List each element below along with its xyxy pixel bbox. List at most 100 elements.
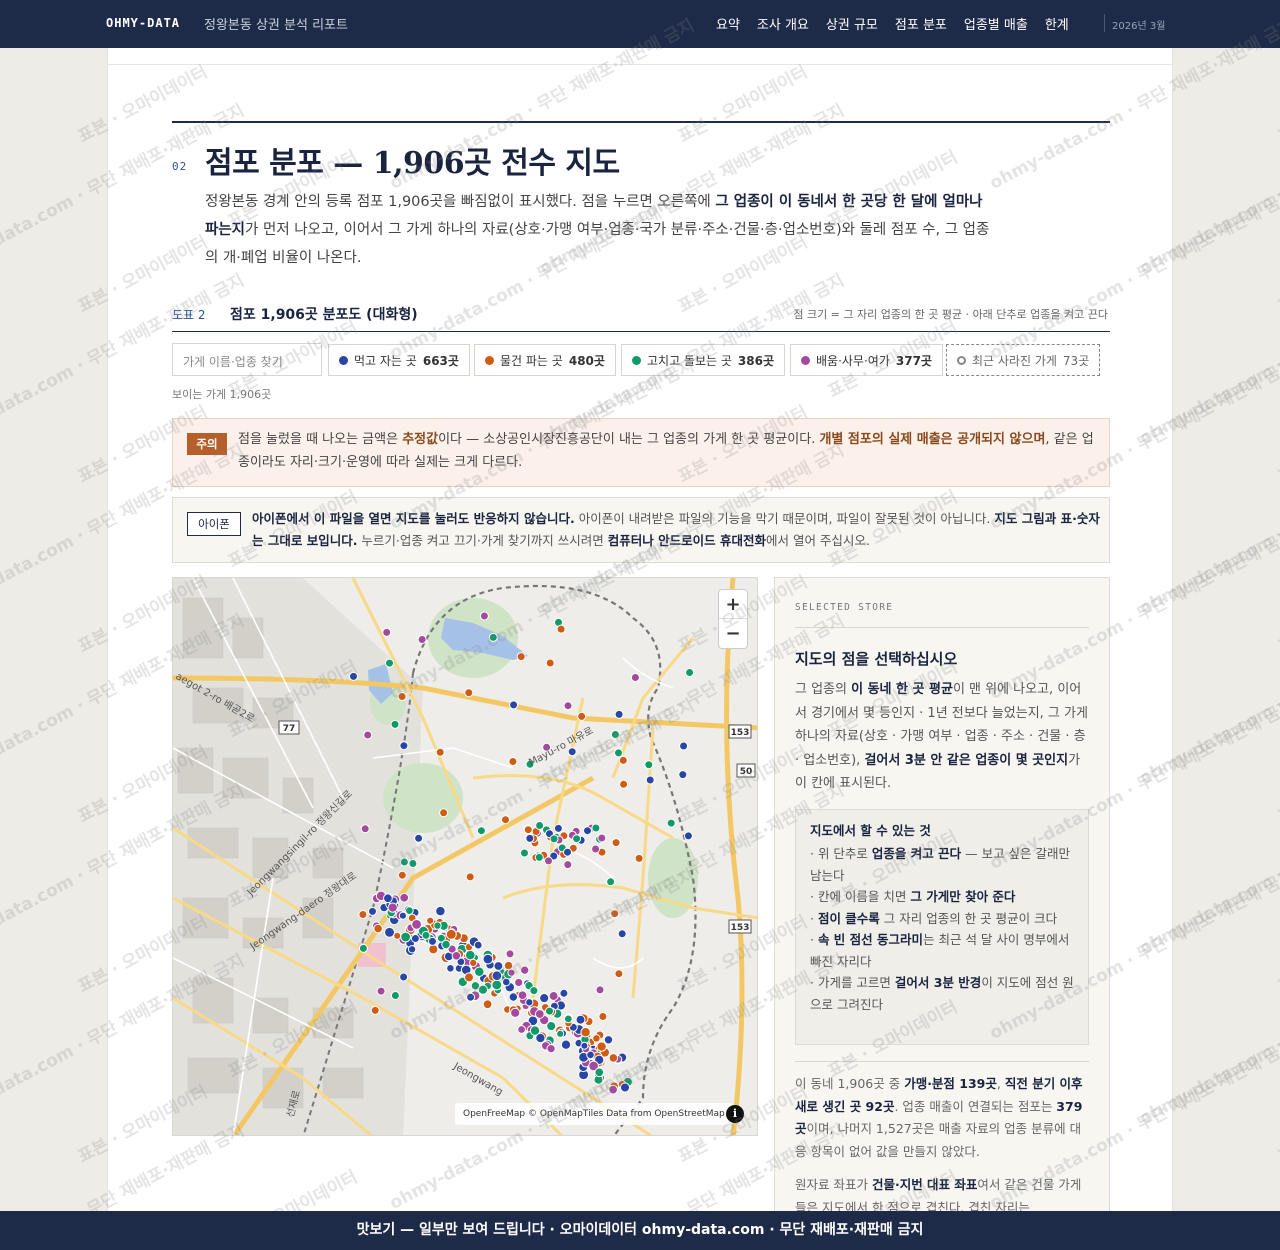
store-dot[interactable]	[608, 1053, 619, 1063]
store-dot[interactable]	[614, 969, 624, 979]
store-dot[interactable]	[591, 844, 601, 854]
store-dot[interactable]	[399, 741, 409, 751]
store-dot[interactable]	[398, 911, 407, 920]
store-dot[interactable]	[482, 999, 493, 1010]
zoom-in-button[interactable]: +	[719, 590, 747, 619]
store-dot[interactable]	[476, 826, 486, 836]
store-dot[interactable]	[349, 671, 358, 681]
store-dot[interactable]	[517, 990, 528, 1001]
store-dot[interactable]	[597, 833, 607, 843]
filter-chip-education-office-leisure[interactable]: 배움·사무·여가 377곳	[790, 344, 943, 376]
filter-chip-retail[interactable]: 물건 파는 곳 480곳	[474, 344, 616, 376]
store-dot[interactable]	[666, 818, 676, 828]
store-dot[interactable]	[428, 936, 437, 946]
store-dot[interactable]	[509, 700, 519, 710]
store-dot[interactable]	[634, 853, 644, 863]
store-dot[interactable]	[505, 949, 515, 959]
store-dot[interactable]	[548, 991, 559, 1001]
store-dot[interactable]	[479, 611, 489, 621]
store-dot[interactable]	[466, 992, 476, 1002]
store-dot[interactable]	[421, 930, 431, 940]
store-dot[interactable]	[516, 652, 526, 662]
store-dot[interactable]	[383, 893, 393, 904]
store-dot[interactable]	[399, 972, 409, 982]
store-dot[interactable]	[397, 692, 407, 701]
store-dot[interactable]	[358, 910, 368, 919]
store-dot[interactable]	[678, 770, 688, 780]
store-dot[interactable]	[591, 823, 601, 833]
store-dot[interactable]	[465, 872, 475, 882]
store-dot[interactable]	[400, 931, 411, 943]
store-dot[interactable]	[608, 1084, 618, 1095]
store-dot[interactable]	[477, 984, 489, 995]
store-dot[interactable]	[563, 847, 572, 857]
store-dot[interactable]	[525, 998, 534, 1007]
store-dot[interactable]	[535, 1032, 546, 1044]
store-dot[interactable]	[611, 838, 621, 848]
store-dot[interactable]	[387, 902, 398, 913]
store-dot[interactable]	[596, 1041, 607, 1052]
store-dot[interactable]	[464, 972, 474, 983]
filter-chip-repair-care[interactable]: 고치고 돌보는 곳 386곳	[621, 344, 786, 376]
store-dot[interactable]	[594, 1067, 605, 1078]
brand-logo[interactable]: OHMY-DATA	[106, 16, 180, 30]
store-dot[interactable]	[435, 747, 445, 757]
store-dot[interactable]	[580, 1041, 589, 1050]
store-dot[interactable]	[614, 709, 624, 719]
store-dot[interactable]	[503, 960, 514, 971]
store-dot[interactable]	[514, 977, 524, 988]
store-distribution-map[interactable]: Mayu-ro 마유로 Jeongwangsingil-ro 정왕신길로 Jeo…	[172, 577, 758, 1136]
store-dot[interactable]	[563, 860, 573, 870]
store-dot[interactable]	[545, 1006, 554, 1016]
store-dot[interactable]	[685, 668, 695, 677]
store-dot[interactable]	[556, 1029, 565, 1038]
store-dot[interactable]	[560, 1039, 572, 1050]
store-dot[interactable]	[441, 939, 451, 950]
store-dot[interactable]	[610, 730, 620, 739]
store-dot[interactable]	[373, 923, 383, 934]
store-dot[interactable]	[617, 929, 627, 939]
store-search-input[interactable]: 가게 이름·업종 찾기	[172, 343, 322, 376]
store-dot[interactable]	[610, 909, 620, 919]
store-dot[interactable]	[603, 1035, 614, 1045]
store-dot[interactable]	[446, 964, 455, 973]
nav-summary[interactable]: 요약	[716, 14, 740, 33]
store-dot[interactable]	[493, 961, 504, 971]
store-dot[interactable]	[417, 635, 427, 644]
nav-limitations[interactable]: 한계	[1045, 14, 1069, 33]
store-dot[interactable]	[563, 701, 573, 711]
store-dot[interactable]	[606, 877, 616, 887]
info-icon[interactable]: i	[726, 1105, 744, 1123]
store-dot[interactable]	[577, 711, 587, 721]
nav-survey-overview[interactable]: 조사 개요	[757, 14, 809, 33]
store-dot[interactable]	[501, 977, 511, 987]
store-dot[interactable]	[426, 916, 435, 925]
store-dot[interactable]	[529, 986, 539, 996]
store-dot[interactable]	[683, 831, 693, 841]
nav-store-distribution[interactable]: 점포 분포	[895, 14, 947, 33]
store-dot[interactable]	[546, 1044, 556, 1054]
store-dot[interactable]	[508, 992, 519, 1002]
store-dot[interactable]	[473, 940, 483, 950]
store-dot[interactable]	[598, 1012, 608, 1021]
store-dot[interactable]	[469, 958, 478, 968]
store-dot[interactable]	[539, 993, 550, 1004]
zoom-out-button[interactable]: −	[719, 619, 747, 648]
store-dot[interactable]	[517, 1025, 526, 1034]
store-dot[interactable]	[592, 1034, 601, 1043]
filter-chip-closed-stores[interactable]: 최근 사라진 가게 73곳	[946, 344, 1101, 376]
store-dot[interactable]	[376, 986, 386, 996]
store-dot[interactable]	[397, 870, 407, 880]
store-dot[interactable]	[414, 833, 424, 843]
nav-sales-by-industry[interactable]: 업종별 매출	[964, 14, 1028, 33]
store-dot[interactable]	[575, 1014, 586, 1025]
store-dot[interactable]	[507, 968, 516, 977]
store-dot[interactable]	[580, 1026, 591, 1038]
store-dot[interactable]	[546, 1021, 557, 1032]
store-dot[interactable]	[399, 892, 410, 903]
store-dot[interactable]	[385, 658, 394, 668]
store-dot[interactable]	[464, 688, 474, 698]
store-dot[interactable]	[390, 719, 400, 729]
store-dot[interactable]	[556, 624, 566, 634]
map-attribution[interactable]: OpenFreeMap © OpenMapTiles Data from Ope…	[455, 1103, 733, 1125]
